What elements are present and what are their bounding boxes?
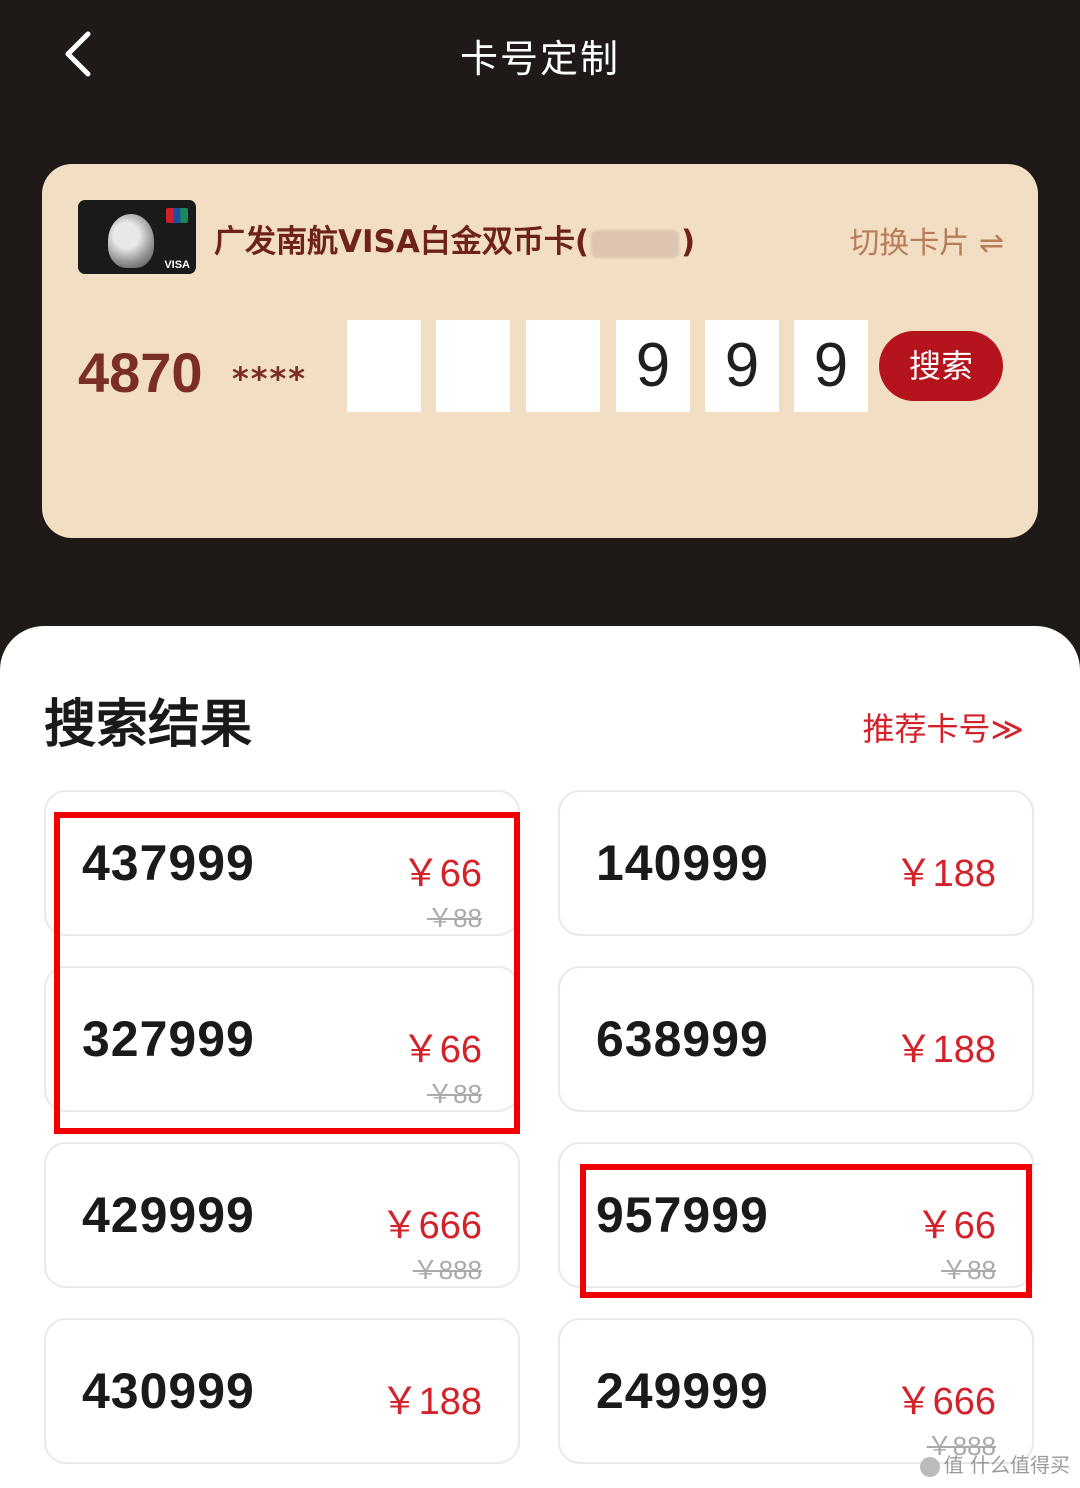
blurred-region — [591, 229, 680, 258]
result-item[interactable]: 249999 ￥666 ￥888 — [558, 1318, 1034, 1464]
price: ￥666 — [894, 1381, 996, 1423]
search-button[interactable]: 搜索 — [879, 331, 1003, 401]
result-item[interactable]: 327999 ￥66 ￥88 — [44, 966, 520, 1112]
result-item[interactable]: 638999 ￥188 — [558, 966, 1034, 1112]
price: ￥66 — [401, 853, 482, 895]
watermark-text: 值 什么值得买 — [943, 1453, 1070, 1477]
page-title: 卡号定制 — [459, 37, 620, 81]
card-name-suffix: ) — [681, 224, 696, 260]
price: ￥188 — [894, 1029, 996, 1071]
price: ￥188 — [380, 1381, 482, 1423]
unionpay-logo-icon — [166, 208, 188, 223]
watermark: 值 什么值得买 — [919, 1449, 1070, 1478]
card-thumbnail: VISA — [78, 200, 196, 274]
card-panel: VISA 广发南航VISA白金双币卡() 切换卡片 ⇌ 4870 **** 9 … — [42, 164, 1038, 538]
watermark-logo-icon — [919, 1456, 940, 1477]
card-number-mask: **** — [232, 360, 307, 398]
results-title: 搜索结果 — [44, 695, 253, 755]
price: ￥666 — [380, 1205, 482, 1247]
card-number: 638999 — [596, 1011, 769, 1067]
price: ￥66 — [401, 1029, 482, 1071]
card-name-text: 广发南航VISA白金双币卡( — [214, 224, 590, 260]
digit-input-3[interactable] — [526, 320, 600, 412]
result-item[interactable]: 437999 ￥66 ￥88 — [44, 790, 520, 936]
result-item[interactable]: 957999 ￥66 ￥88 — [558, 1142, 1034, 1288]
card-number: 140999 — [596, 835, 769, 891]
recommend-numbers-link[interactable]: 推荐卡号≫ — [862, 704, 1024, 750]
visa-logo-icon: VISA — [164, 259, 190, 271]
card-name: 广发南航VISA白金双币卡() — [214, 216, 695, 261]
card-number-prefix: 4870 — [78, 341, 203, 404]
original-price: ￥88 — [941, 1255, 996, 1285]
digit-input-1[interactable] — [347, 320, 421, 412]
card-number: 430999 — [82, 1363, 255, 1419]
original-price: ￥88 — [427, 1079, 482, 1109]
original-price: ￥888 — [412, 1255, 482, 1285]
card-number: 429999 — [82, 1187, 255, 1243]
card-number: 327999 — [82, 1011, 255, 1067]
results-sheet: 搜索结果 推荐卡号≫ 437999 ￥66 ￥88 140999 ￥188 32… — [0, 626, 1080, 1488]
original-price: ￥88 — [427, 903, 482, 933]
price: ￥66 — [915, 1205, 996, 1247]
card-number: 437999 — [82, 835, 255, 891]
digit-input-4[interactable]: 9 — [616, 320, 690, 412]
card-number: 957999 — [596, 1187, 769, 1243]
digit-input-2[interactable] — [436, 320, 510, 412]
card-art-icon — [108, 214, 154, 268]
card-number: 249999 — [596, 1363, 769, 1419]
result-item[interactable]: 429999 ￥666 ￥888 — [44, 1142, 520, 1288]
result-item[interactable]: 140999 ￥188 — [558, 790, 1034, 936]
digit-input-6[interactable]: 9 — [794, 320, 868, 412]
result-item[interactable]: 430999 ￥188 — [44, 1318, 520, 1464]
price: ￥188 — [894, 853, 996, 895]
switch-card-button[interactable]: 切换卡片 ⇌ — [849, 218, 1004, 262]
top-bar: 卡号定制 — [0, 0, 1080, 110]
digit-input-5[interactable]: 9 — [705, 320, 779, 412]
